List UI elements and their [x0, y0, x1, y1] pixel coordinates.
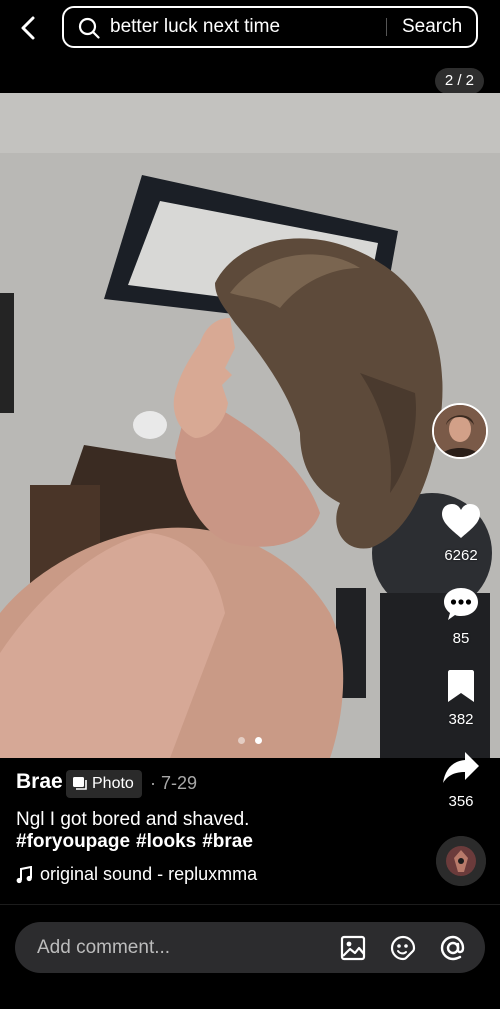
post-type-badge: Photo	[66, 770, 142, 798]
hashtag[interactable]: #brae	[202, 831, 253, 852]
search-bar: Search	[62, 6, 478, 48]
share-button[interactable]: 356	[436, 750, 486, 810]
bookmark-count: 382	[448, 711, 474, 728]
like-count: 6262	[444, 547, 478, 564]
like-button[interactable]: 6262	[436, 502, 486, 564]
music-note-icon	[16, 865, 32, 883]
chevron-left-icon	[21, 16, 35, 40]
sound-link[interactable]: original sound - repluxmma	[16, 864, 257, 885]
back-button[interactable]	[14, 12, 44, 44]
share-arrow-icon	[443, 752, 479, 783]
music-disc-image	[436, 836, 486, 886]
search-input[interactable]	[110, 8, 380, 46]
search-divider	[386, 18, 387, 36]
comment-button[interactable]: 85	[436, 585, 486, 647]
post-photo[interactable]	[0, 93, 500, 758]
avatar-image	[434, 405, 486, 457]
photo-illustration	[0, 93, 500, 758]
photo-badge-icon	[73, 777, 87, 790]
image-icon[interactable]	[339, 934, 367, 962]
search-icon	[78, 17, 100, 39]
comment-count: 85	[452, 630, 470, 647]
author-name[interactable]: Brae	[16, 770, 63, 794]
comment-bar	[15, 922, 485, 973]
divider	[0, 904, 500, 905]
bookmark-button[interactable]: 382	[436, 668, 486, 728]
hashtag[interactable]: #foryoupage	[16, 831, 130, 852]
post-type-label: Photo	[92, 775, 134, 792]
comment-input[interactable]	[37, 922, 317, 973]
author-avatar[interactable]	[432, 403, 488, 459]
bookmark-icon	[448, 670, 474, 702]
sound-name: original sound - repluxmma	[40, 864, 258, 884]
search-button[interactable]: Search	[402, 8, 462, 46]
page-counter: 2 / 2	[434, 68, 484, 94]
post-date: · 7-29	[150, 773, 198, 793]
at-sign-icon[interactable]	[439, 934, 467, 962]
carousel-indicator	[238, 737, 262, 744]
heart-icon	[442, 504, 480, 538]
carousel-dot[interactable]	[238, 737, 245, 744]
emoji-icon[interactable]	[389, 934, 417, 962]
hashtag[interactable]: #looks	[136, 831, 196, 852]
comment-bubble-icon	[444, 588, 478, 620]
share-count: 356	[448, 793, 474, 810]
hashtag-list: #foryoupage #looks #brae	[16, 831, 259, 853]
music-disc[interactable]	[436, 836, 486, 886]
carousel-dot-active[interactable]	[255, 737, 262, 744]
post-caption: Ngl I got bored and shaved.	[16, 809, 250, 830]
